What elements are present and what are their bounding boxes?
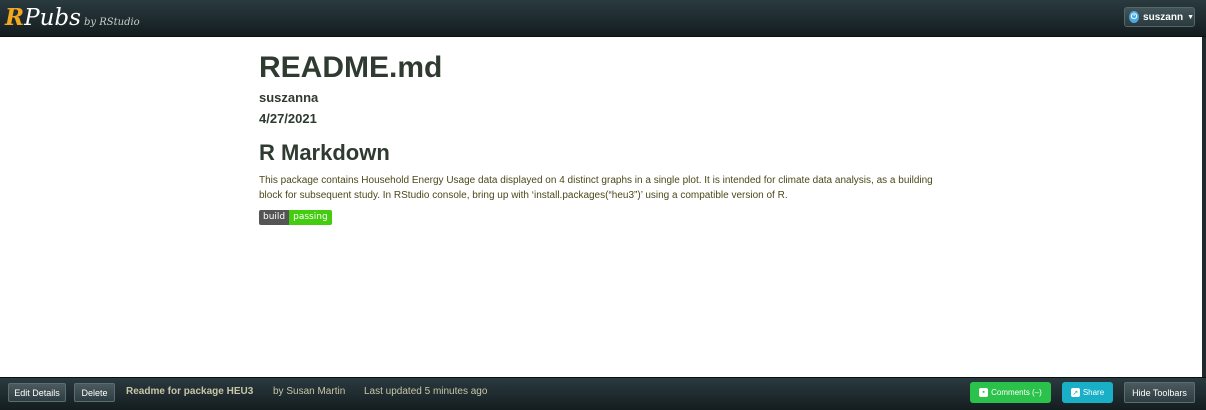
document-author: suszanna — [259, 90, 319, 105]
document-byline: by Susan Martin — [273, 386, 346, 397]
user-menu-button[interactable]: ⏻ suszann ▼ — [1124, 7, 1195, 27]
badge-label: build — [259, 210, 290, 225]
build-status-badge[interactable]: build passing — [259, 210, 332, 225]
comments-label: Comments (–) — [991, 388, 1042, 397]
delete-button[interactable]: Delete — [74, 383, 115, 402]
share-button[interactable]: ↗ Share — [1062, 382, 1113, 403]
share-label: Share — [1082, 388, 1105, 397]
rpubs-logo[interactable]: RPubs — [5, 3, 81, 33]
caret-down-icon: ▼ — [1187, 13, 1194, 21]
logo-text: Pubs — [24, 5, 81, 31]
badge-status: passing — [289, 210, 332, 225]
section-heading: R Markdown — [259, 140, 390, 165]
document-name: Readme for package HEU3 — [126, 386, 254, 397]
comments-button[interactable]: ▪ Comments (–) — [970, 382, 1051, 403]
comment-icon: ▪ — [979, 388, 989, 397]
user-name: suszann — [1143, 11, 1184, 23]
top-toolbar: RPubs by RStudio ⏻ suszann ▼ — [0, 0, 1206, 37]
hide-toolbars-button[interactable]: Hide Toolbars — [1124, 382, 1195, 403]
edit-details-button[interactable]: Edit Details — [8, 383, 66, 402]
byline: by RStudio — [84, 17, 140, 28]
share-icon: ↗ — [1070, 388, 1080, 397]
logo-letter-r: R — [5, 4, 25, 31]
document-date: 4/27/2021 — [259, 111, 317, 126]
last-updated: Last updated 5 minutes ago — [364, 386, 488, 397]
power-icon: ⏻ — [1129, 11, 1140, 23]
bottom-toolbar: Edit Details Delete Readme for package H… — [0, 377, 1206, 410]
page-title: README.md — [259, 51, 443, 84]
body-paragraph: This package contains Household Energy U… — [259, 175, 933, 201]
scrollbar[interactable] — [1202, 37, 1206, 377]
